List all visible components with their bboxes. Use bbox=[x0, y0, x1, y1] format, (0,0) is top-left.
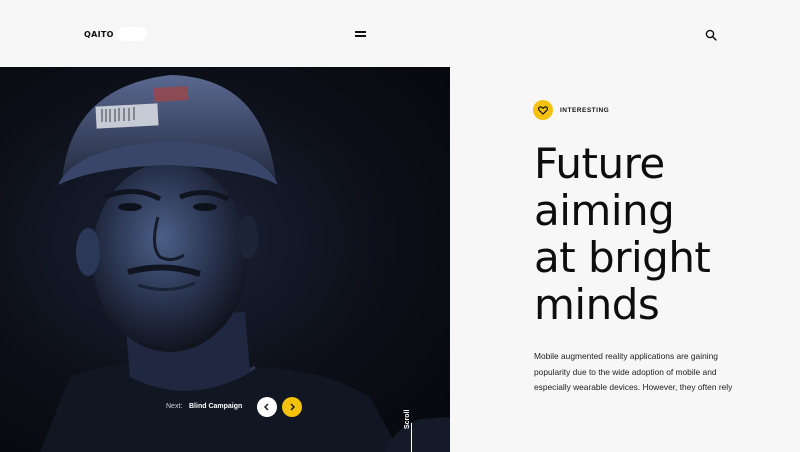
hero-portrait-image bbox=[0, 67, 450, 452]
next-label: Next: bbox=[166, 403, 183, 410]
chevron-left-icon bbox=[264, 403, 269, 411]
prev-slide-button[interactable] bbox=[257, 397, 277, 417]
logo[interactable]: QAITO bbox=[84, 27, 147, 41]
heart-icon bbox=[533, 100, 553, 120]
article-intro: Mobile augmented reality applications ar… bbox=[534, 351, 733, 392]
logo-text: QAITO bbox=[84, 29, 114, 39]
search-icon[interactable] bbox=[705, 28, 717, 41]
headline-line: at bright bbox=[534, 233, 711, 282]
headline-line: Future bbox=[534, 139, 665, 188]
next-slide-button[interactable] bbox=[282, 397, 302, 417]
hamburger-icon[interactable] bbox=[355, 30, 366, 37]
headline-line: aiming bbox=[534, 186, 675, 235]
logo-mark bbox=[116, 27, 147, 41]
headline-line: minds bbox=[534, 280, 660, 329]
next-project-title[interactable]: Blind Campaign bbox=[189, 403, 242, 410]
category-tag[interactable]: INTERESTING bbox=[560, 107, 609, 114]
chevron-right-icon bbox=[290, 403, 295, 411]
site-header: QAITO bbox=[0, 0, 800, 67]
scroll-indicator-line bbox=[411, 423, 412, 452]
article-panel: INTERESTING Future aiming at bright mind… bbox=[450, 67, 800, 452]
scroll-label[interactable]: Scroll bbox=[404, 405, 411, 429]
page-title: Future aiming at bright minds bbox=[534, 140, 794, 328]
